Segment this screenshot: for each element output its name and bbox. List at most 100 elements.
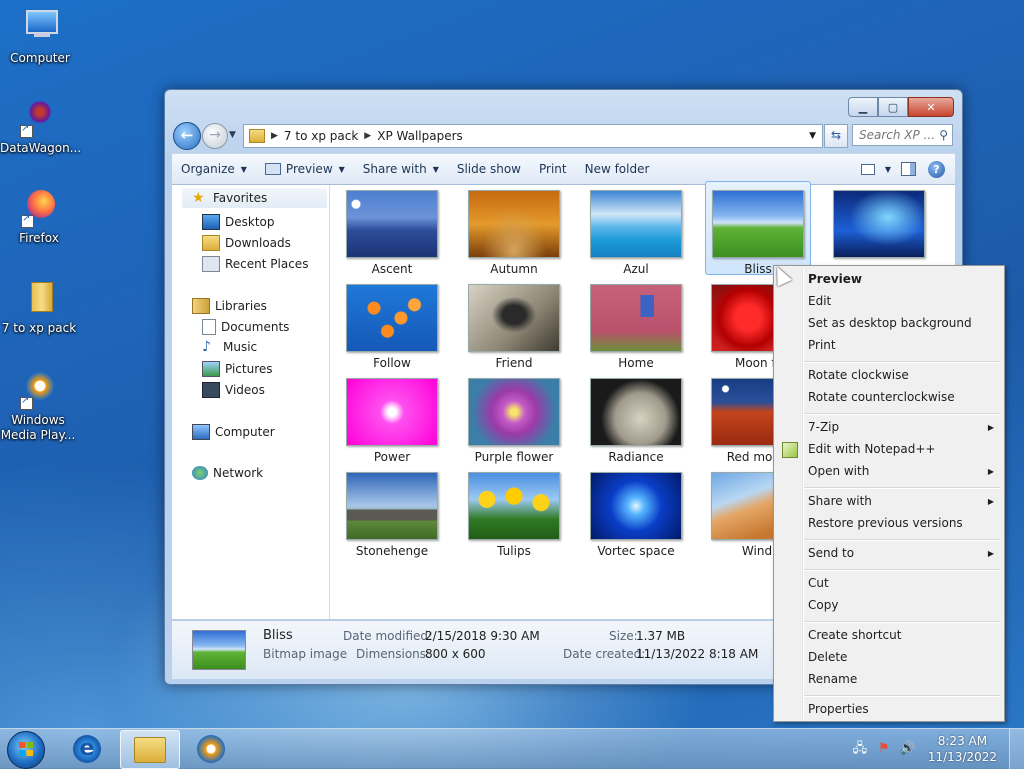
videos-icon [202,382,220,398]
file-name: Friend [495,356,533,370]
address-dropdown-icon[interactable]: ▼ [809,131,816,141]
search-input[interactable]: Search XP ... ⚲ [852,124,953,146]
desktop-icon-datawagon[interactable]: DataWagon... [0,98,81,156]
file-item-stonehenge[interactable]: Stonehenge [340,467,444,558]
file-item-autumn[interactable]: Autumn [462,185,566,276]
back-button[interactable]: ← [173,122,201,150]
desktop-icon-windows-media-player[interactable]: Windows Media Play... [0,370,76,443]
menu-item-send-to[interactable]: Send to [808,546,854,560]
file-item-power[interactable]: Power [340,373,444,464]
minimize-button[interactable]: ▁ [848,97,878,117]
file-item-friend[interactable]: Friend [462,279,566,370]
preview-pane-button[interactable] [895,154,922,184]
menu-item-share-with[interactable]: Share with [808,494,872,508]
file-item-tulips[interactable]: Tulips [462,467,566,558]
file-item-purple-flower[interactable]: Purple flower [462,373,566,464]
clock[interactable]: 8:23 AM 11/13/2022 [928,733,997,765]
menu-item-edit[interactable]: Edit [808,294,831,308]
recent-places-icon [202,256,220,272]
nav-music[interactable]: ♪ Music [202,340,257,354]
forward-button[interactable]: → [202,123,228,149]
nav-computer[interactable]: Computer [192,424,275,440]
menu-item-rotate-clockwise[interactable]: Rotate clockwise [808,368,909,382]
nav-label: Network [213,466,264,480]
menu-item-edit-with-notepad[interactable]: Edit with Notepad++ [808,442,935,456]
file-item-home[interactable]: Home [584,279,688,370]
desktop-icon-firefox[interactable]: Firefox [1,188,77,246]
nav-label: Computer [215,425,275,439]
menu-item-rotate-counterclockwise[interactable]: Rotate counterclockwise [808,390,955,404]
menu-item-create-shortcut[interactable]: Create shortcut [808,628,901,642]
menu-item-7-zip[interactable]: 7-Zip [808,420,839,434]
recent-pages-dropdown[interactable]: ▼ [229,130,236,140]
print-button[interactable]: Print [530,154,576,184]
file-item-follow[interactable]: Follow [340,279,444,370]
close-button[interactable]: ✕ [908,97,954,117]
show-desktop-button[interactable] [1009,729,1024,769]
action-center-flag-icon[interactable]: ⚑ [876,741,892,757]
menu-item-properties[interactable]: Properties [808,702,869,716]
menu-item-preview[interactable]: Preview [808,272,862,286]
nav-downloads[interactable]: Downloads [202,235,291,251]
slide-show-button[interactable]: Slide show [448,154,530,184]
taskbar-internet-explorer[interactable]: e [58,730,116,767]
details-file-name: Bliss [263,628,293,643]
view-controls: ▼ ? [857,154,955,184]
file-item-azul[interactable]: Azul [584,185,688,276]
taskbar-windows-media-player[interactable] [182,730,240,767]
organize-label: Organize [181,162,235,176]
file-item-bliss[interactable]: Bliss [705,181,811,276]
shortcut-arrow-icon [20,395,33,410]
clock-date: 11/13/2022 [927,750,997,764]
address-bar[interactable]: ▶ 7 to xp pack ▶ XP Wallpapers ▼ [243,124,823,148]
volume-icon[interactable]: 🔊 [900,741,916,757]
file-item-aurora[interactable] [827,185,931,262]
desktop-icon-label: Computer [10,51,70,65]
nav-favorites[interactable]: ★ Favorites [182,188,327,208]
view-icon [860,163,875,175]
desktop-icon-7-to-xp-pack[interactable]: 7 to xp pack [1,278,77,336]
breadcrumb-7-to-xp-pack[interactable]: 7 to xp pack [284,129,358,143]
breadcrumb-xp-wallpapers[interactable]: XP Wallpapers [377,129,463,143]
nav-libraries[interactable]: Libraries [192,298,267,314]
menu-item-set-desktop-background[interactable]: Set as desktop background [808,316,972,330]
nav-videos[interactable]: Videos [202,382,265,398]
preview-icon [264,163,281,175]
details-size-label: Size: [609,629,638,643]
refresh-button[interactable]: ⇆ [824,124,848,148]
clock-time: 8:23 AM [937,734,988,748]
menu-item-delete[interactable]: Delete [808,650,847,664]
media-player-icon [197,734,225,763]
shortcut-arrow-icon [21,213,34,228]
submenu-arrow-icon: ▶ [987,549,994,558]
menu-item-print[interactable]: Print [808,338,836,352]
file-name: Vortec space [597,544,675,558]
file-item-vortec-space[interactable]: Vortec space [584,467,688,558]
change-view-button[interactable]: ▼ [857,154,895,184]
start-button[interactable] [7,731,45,769]
datawagon-icon [18,98,58,138]
file-name: Autumn [490,262,538,276]
desktop-icon-computer[interactable]: Computer [2,8,78,66]
preview-button[interactable]: Preview ▼ [256,154,354,184]
help-button[interactable]: ? [928,160,945,178]
network-tray-icon[interactable]: 🖧 [852,741,868,757]
nav-pictures[interactable]: Pictures [202,361,273,377]
nav-recent-places[interactable]: Recent Places [202,256,308,272]
menu-item-copy[interactable]: Copy [808,598,838,612]
menu-item-cut[interactable]: Cut [808,576,829,590]
share-with-button[interactable]: Share with ▼ [354,154,448,184]
menu-item-rename[interactable]: Rename [808,672,857,686]
taskbar-windows-explorer[interactable] [120,730,180,769]
new-folder-button[interactable]: New folder [576,154,659,184]
nav-desktop[interactable]: Desktop [202,214,275,230]
file-item-ascent[interactable]: Ascent [340,185,444,276]
nav-documents[interactable]: Documents [202,319,289,335]
menu-item-open-with[interactable]: Open with [808,464,869,478]
file-item-radiance[interactable]: Radiance [584,373,688,464]
organize-button[interactable]: Organize ▼ [172,154,256,184]
maximize-button[interactable]: ▢ [878,97,908,117]
details-size: 1.37 MB [636,629,686,643]
menu-item-restore-previous-versions[interactable]: Restore previous versions [808,516,963,530]
nav-network[interactable]: Network [192,466,263,480]
